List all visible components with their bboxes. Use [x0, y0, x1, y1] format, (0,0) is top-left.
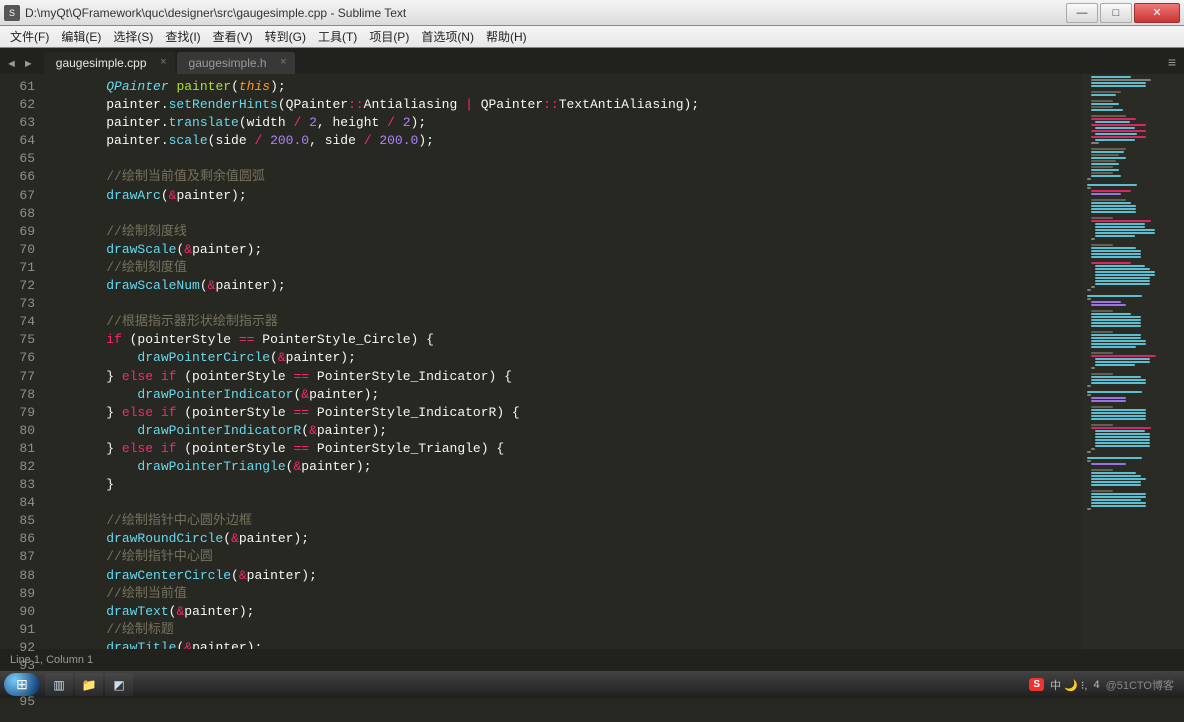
hamburger-icon[interactable]: ≡	[1168, 54, 1184, 74]
code-line: painter.setRenderHints(QPainter::Antiali…	[75, 96, 1082, 114]
code-line: //绘制当前值	[75, 585, 1082, 603]
watermark: @51CTO博客	[1106, 677, 1174, 693]
menu-item[interactable]: 首选项(N)	[415, 28, 480, 45]
nav-forward-icon[interactable]: ►	[23, 58, 44, 74]
start-button[interactable]: ⊞	[4, 673, 40, 696]
code-line: painter.scale(side / 200.0, side / 200.0…	[75, 132, 1082, 150]
menu-item[interactable]: 查找(I)	[159, 28, 206, 45]
window-close-button[interactable]: ✕	[1134, 3, 1180, 23]
tab-label: gaugesimple.h	[189, 56, 267, 70]
window-titlebar: S D:\myQt\QFramework\quc\designer\src\ga…	[0, 0, 1184, 26]
system-tray: S 中 🌙 ⁝, 4 @51CTO博客	[1029, 677, 1180, 693]
code-line: drawPointerIndicatorR(&painter);	[75, 422, 1082, 440]
code-line: drawScale(&painter);	[75, 241, 1082, 259]
menu-item[interactable]: 项目(P)	[363, 28, 415, 45]
code-line: //根据指示器形状绘制指示器	[75, 313, 1082, 331]
cursor-position: Line 1, Column 1	[10, 654, 93, 666]
app-icon: S	[4, 5, 20, 21]
code-line: //绘制指针中心圆	[75, 548, 1082, 566]
menu-item[interactable]: 文件(F)	[4, 28, 55, 45]
line-number-gutter: 61 62 63 64 65 66 67 68 69 70 71 72 73 7…	[0, 74, 45, 649]
minimap[interactable]	[1082, 74, 1184, 649]
code-line: painter.translate(width / 2, height / 2)…	[75, 114, 1082, 132]
code-line	[75, 205, 1082, 223]
code-line: drawText(&painter);	[75, 603, 1082, 621]
close-icon[interactable]: ×	[280, 56, 286, 68]
code-line: } else if (pointerStyle == PointerStyle_…	[75, 440, 1082, 458]
close-icon[interactable]: ×	[160, 56, 166, 68]
code-line: drawPointerTriangle(&painter);	[75, 458, 1082, 476]
code-line: //绘制刻度值	[75, 259, 1082, 277]
editor-area: 61 62 63 64 65 66 67 68 69 70 71 72 73 7…	[0, 74, 1184, 649]
code-line	[75, 494, 1082, 512]
tab-label: gaugesimple.cpp	[56, 56, 147, 70]
code-line: }	[75, 476, 1082, 494]
code-line	[75, 150, 1082, 168]
code-line: //绘制指针中心圆外边框	[75, 512, 1082, 530]
tray-count: 4	[1093, 679, 1099, 691]
code-line: drawScaleNum(&painter);	[75, 277, 1082, 295]
code-line: } else if (pointerStyle == PointerStyle_…	[75, 368, 1082, 386]
taskbar-app-generic[interactable]: ◩	[105, 673, 133, 696]
taskbar-app-explorer[interactable]: ▥	[45, 673, 73, 696]
code-line: //绘制当前值及剩余值圆弧	[75, 168, 1082, 186]
code-line: drawArc(&painter);	[75, 187, 1082, 205]
menubar: 文件(F)编辑(E)选择(S)查找(I)查看(V)转到(G)工具(T)项目(P)…	[0, 26, 1184, 48]
menu-item[interactable]: 帮助(H)	[480, 28, 533, 45]
menu-item[interactable]: 选择(S)	[107, 28, 159, 45]
menu-item[interactable]: 转到(G)	[259, 28, 312, 45]
code-line: drawPointerIndicator(&painter);	[75, 386, 1082, 404]
code-line: QPainter painter(this);	[75, 78, 1082, 96]
status-bar: Line 1, Column 1	[0, 649, 1184, 671]
code-line: drawRoundCircle(&painter);	[75, 530, 1082, 548]
code-line: drawTitle(&painter);	[75, 639, 1082, 649]
code-line: } else if (pointerStyle == PointerStyle_…	[75, 404, 1082, 422]
ime-status[interactable]: 中 🌙 ⁝,	[1050, 677, 1087, 693]
code-line: drawPointerCircle(&painter);	[75, 349, 1082, 367]
file-tab[interactable]: gaugesimple.cpp ×	[44, 52, 175, 74]
code-line: //绘制标题	[75, 621, 1082, 639]
code-line: if (pointerStyle == PointerStyle_Circle)…	[75, 331, 1082, 349]
code-line	[75, 295, 1082, 313]
file-tab[interactable]: gaugesimple.h ×	[177, 52, 295, 74]
window-minimize-button[interactable]: —	[1066, 3, 1098, 23]
window-maximize-button[interactable]: □	[1100, 3, 1132, 23]
menu-item[interactable]: 查看(V)	[207, 28, 259, 45]
menu-item[interactable]: 工具(T)	[312, 28, 363, 45]
os-taskbar: ⊞ ▥ 📁 ◩ S 中 🌙 ⁝, 4 @51CTO博客	[0, 671, 1184, 698]
tab-row: ◄ ► gaugesimple.cpp × gaugesimple.h × ≡	[0, 48, 1184, 74]
ime-badge[interactable]: S	[1029, 678, 1044, 691]
menu-item[interactable]: 编辑(E)	[55, 28, 107, 45]
nav-back-icon[interactable]: ◄	[6, 58, 23, 74]
taskbar-app-folder[interactable]: 📁	[75, 673, 103, 696]
window-title: D:\myQt\QFramework\quc\designer\src\gaug…	[25, 6, 1064, 20]
code-content[interactable]: QPainter painter(this); painter.setRende…	[45, 74, 1082, 649]
code-line: //绘制刻度线	[75, 223, 1082, 241]
code-line: drawCenterCircle(&painter);	[75, 567, 1082, 585]
